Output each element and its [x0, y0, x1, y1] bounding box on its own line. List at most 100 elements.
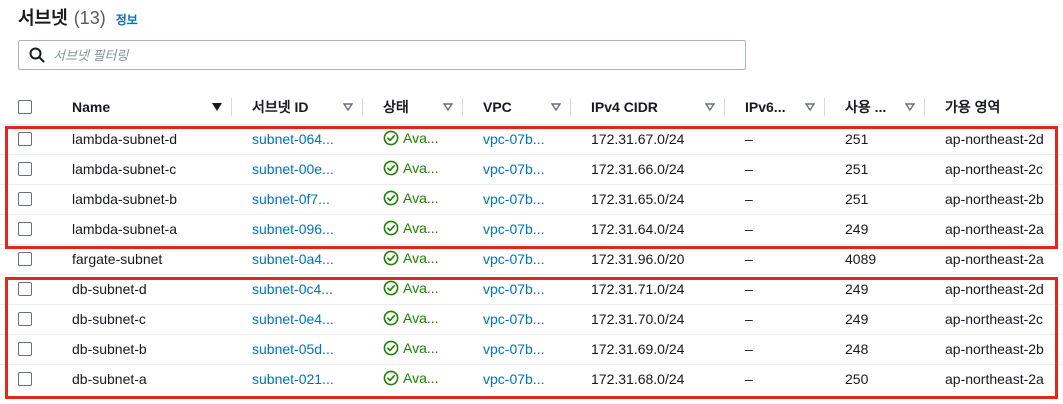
cell-ipv6-cidr: –: [725, 274, 825, 305]
cell-subnet-id: subnet-0a4...: [232, 244, 363, 275]
sort-icon[interactable]: [905, 103, 915, 111]
cell-status: Ava...: [363, 124, 463, 155]
column-header-status[interactable]: 상태: [363, 90, 463, 125]
row-checkbox[interactable]: [18, 222, 32, 236]
cell-subnet-id: subnet-064...: [232, 124, 363, 155]
check-circle-icon: [383, 340, 399, 355]
table-row[interactable]: db-subnet-c subnet-0e4... Ava... vpc-07b…: [0, 304, 1063, 335]
row-checkbox[interactable]: [18, 192, 32, 206]
row-select-cell[interactable]: [0, 184, 52, 215]
row-checkbox[interactable]: [18, 282, 32, 296]
cell-available-ips: 249: [825, 304, 925, 335]
table-row[interactable]: lambda-subnet-a subnet-096... Ava... vpc…: [0, 214, 1063, 245]
table-row[interactable]: db-subnet-d subnet-0c4... Ava... vpc-07b…: [0, 274, 1063, 305]
table-row[interactable]: db-subnet-b subnet-05d... Ava... vpc-07b…: [0, 334, 1063, 365]
column-header-vpc[interactable]: VPC: [463, 90, 571, 125]
cell-status: Ava...: [363, 334, 463, 365]
cell-status: Ava...: [363, 214, 463, 245]
cell-vpc: vpc-07b...: [463, 184, 571, 215]
row-checkbox[interactable]: [18, 252, 32, 266]
row-checkbox[interactable]: [18, 312, 32, 326]
cell-ipv4-cidr: 172.31.68.0/24: [591, 371, 685, 388]
subnet-id-link[interactable]: subnet-064...: [252, 131, 334, 147]
subnet-id-link[interactable]: subnet-0e4...: [252, 311, 334, 327]
row-select-cell[interactable]: [0, 154, 52, 185]
column-header-available-ips[interactable]: 사용 ...: [825, 90, 925, 125]
row-select-cell[interactable]: [0, 274, 52, 305]
vpc-link[interactable]: vpc-07b...: [483, 191, 544, 207]
sort-descending-icon[interactable]: [212, 102, 222, 111]
table-row[interactable]: lambda-subnet-c subnet-00e... Ava... vpc…: [0, 154, 1063, 185]
vpc-link[interactable]: vpc-07b...: [483, 221, 544, 237]
vpc-link[interactable]: vpc-07b...: [483, 251, 544, 267]
vpc-link[interactable]: vpc-07b...: [483, 371, 544, 387]
row-checkbox[interactable]: [18, 372, 32, 387]
cell-status: Ava...: [363, 184, 463, 215]
sort-icon[interactable]: [551, 103, 561, 111]
subnet-id-link[interactable]: subnet-096...: [252, 221, 334, 237]
subnet-count: (13): [73, 8, 106, 28]
cell-subnet-id: subnet-05d...: [232, 334, 363, 365]
check-circle-icon: [383, 220, 399, 235]
status-text: Ava...: [403, 369, 439, 386]
cell-subnet-id: subnet-00e...: [232, 154, 363, 185]
filter-box[interactable]: [18, 40, 746, 70]
sort-icon[interactable]: [805, 103, 815, 111]
table-row[interactable]: lambda-subnet-b subnet-0f7... Ava... vpc…: [0, 184, 1063, 215]
status-text: Ava...: [403, 159, 439, 176]
sort-icon[interactable]: [443, 103, 453, 111]
subnet-id-link[interactable]: subnet-0c4...: [252, 281, 333, 297]
header-select-all[interactable]: [0, 90, 52, 125]
check-circle-icon: [383, 280, 399, 295]
column-header-availability-zone[interactable]: 가용 영역: [925, 90, 1063, 125]
table-body: lambda-subnet-d subnet-064... Ava... vpc…: [0, 124, 1063, 394]
subnet-id-link[interactable]: subnet-05d...: [252, 341, 334, 357]
row-select-cell[interactable]: [0, 304, 52, 335]
vpc-link[interactable]: vpc-07b...: [483, 131, 544, 147]
column-header-ipv4-cidr[interactable]: IPv4 CIDR: [571, 90, 725, 125]
cell-name: db-subnet-b: [52, 334, 232, 365]
cell-availability-zone: ap-northeast-2d: [925, 274, 1063, 305]
subnet-id-link[interactable]: subnet-021...: [252, 371, 334, 387]
row-select-cell[interactable]: [0, 364, 52, 394]
subnet-id-link[interactable]: subnet-0a4...: [252, 251, 334, 267]
cell-ipv6-cidr: –: [725, 214, 825, 245]
row-select-cell[interactable]: [0, 334, 52, 365]
filter-input[interactable]: [53, 41, 745, 69]
subnet-id-link[interactable]: subnet-0f7...: [252, 191, 330, 207]
table-row[interactable]: fargate-subnet subnet-0a4... Ava... vpc-…: [0, 244, 1063, 275]
sort-icon[interactable]: [343, 103, 353, 111]
subnet-id-link[interactable]: subnet-00e...: [252, 161, 334, 177]
sort-icon[interactable]: [705, 103, 715, 111]
vpc-link[interactable]: vpc-07b...: [483, 311, 544, 327]
vpc-link[interactable]: vpc-07b...: [483, 341, 544, 357]
table-header-row: Name 서브넷 ID 상태 VPC IPv4 CIDR IPv6... 사용 …: [0, 90, 1063, 125]
column-header-name[interactable]: Name: [52, 90, 232, 125]
cell-ipv4-cidr: 172.31.71.0/24: [571, 274, 725, 305]
cell-vpc: vpc-07b...: [463, 364, 571, 394]
cell-vpc: vpc-07b...: [463, 334, 571, 365]
cell-available-ips: 251: [825, 154, 925, 185]
cell-subnet-id: subnet-096...: [232, 214, 363, 245]
table-row[interactable]: lambda-subnet-d subnet-064... Ava... vpc…: [0, 124, 1063, 155]
table-row[interactable]: db-subnet-a subnet-021... Ava... vpc-07b…: [0, 364, 1063, 394]
row-checkbox[interactable]: [18, 162, 32, 176]
select-all-checkbox[interactable]: [18, 99, 32, 114]
row-checkbox[interactable]: [18, 132, 32, 146]
status-text: Ava...: [403, 189, 439, 206]
row-select-cell[interactable]: [0, 214, 52, 245]
info-link[interactable]: 정보: [116, 11, 138, 28]
cell-available-ips: 248: [825, 334, 925, 365]
check-circle-icon: [383, 250, 399, 265]
column-header-ipv6[interactable]: IPv6...: [725, 90, 825, 125]
vpc-link[interactable]: vpc-07b...: [483, 161, 544, 177]
check-circle-icon: [383, 160, 399, 175]
row-select-cell[interactable]: [0, 124, 52, 155]
cell-ipv6-cidr: –: [725, 154, 825, 185]
row-checkbox[interactable]: [18, 342, 32, 356]
column-header-subnet-id[interactable]: 서브넷 ID: [232, 90, 363, 125]
cell-ipv6-cidr: –: [725, 184, 825, 215]
row-select-cell[interactable]: [0, 244, 52, 275]
cell-available-ips: 4089: [825, 244, 925, 275]
vpc-link[interactable]: vpc-07b...: [483, 281, 544, 297]
